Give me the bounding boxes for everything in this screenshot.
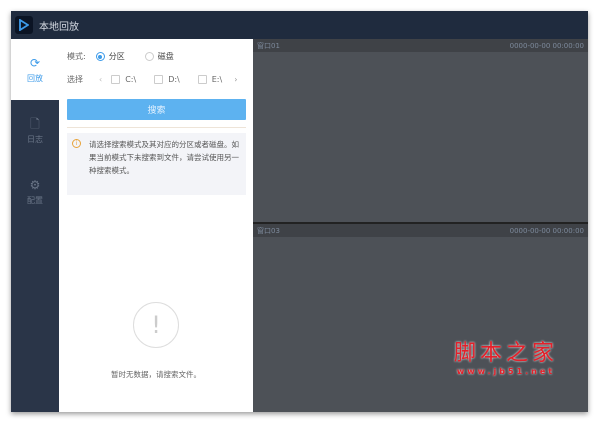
title-bar: 本地回放 [11,11,588,39]
video-pane[interactable]: 窗口03 0000-00-00 00:00:00 [253,224,588,412]
sidebar-item-log[interactable]: 🗋 日志 [11,100,59,161]
mode-row: 模式: 分区 磁盘 [67,51,174,62]
pane-name: 窗口03 [257,226,280,235]
mode-label: 模式: [67,52,86,61]
sidebar-item-label: 回放 [27,73,43,83]
gear-icon: ⚙ [29,177,41,192]
watermark-text: 脚本之家 [453,341,558,366]
watermark-url: www.jb51.net [456,367,556,376]
sidebar: ⟳ 回放 🗋 日志 ⚙ 配置 [11,39,59,412]
window-title: 本地回放 [39,21,79,33]
drive-label: D:\ [168,75,180,84]
drive-checkbox-e[interactable] [197,75,207,84]
divider [67,127,246,128]
tip-text: 请选择搜索模式及其对应的分区或者磁盘。如果当前模式下未搜索到文件，请尝试使用另一… [89,140,239,175]
pane-time: 0000-00-00 00:00:00 [509,41,584,50]
chevron-right-icon[interactable]: › [234,75,237,84]
drive-checkbox-d[interactable] [154,75,164,84]
mode-radio-partition[interactable] [95,52,105,61]
pane-header: 窗口01 0000-00-00 00:00:00 [253,39,588,52]
drive-label: E:\ [211,75,223,84]
drive-checkbox-c[interactable] [111,75,121,84]
empty-state-text: 暂时无数据，请搜索文件。 [111,370,201,379]
sidebar-item-label: 配置 [27,195,43,205]
pane-name: 窗口01 [257,41,280,50]
video-area: 窗口01 0000-00-00 00:00:00 窗口03 0000-00-00… [253,39,588,412]
info-icon: i [72,139,81,148]
empty-state-icon: ! [133,302,179,348]
app-logo-icon [15,16,33,34]
mode-option-label: 分区 [108,52,125,61]
select-label: 选择 [67,75,83,84]
video-pane[interactable]: 窗口01 0000-00-00 00:00:00 [253,39,588,222]
info-tip: i 请选择搜索模式及其对应的分区或者磁盘。如果当前模式下未搜索到文件，请尝试使用… [67,133,246,195]
search-button[interactable]: 搜索 [67,99,246,120]
sidebar-item-config[interactable]: ⚙ 配置 [11,161,59,222]
drive-row: 选择 ‹ C:\ D:\ E:\ › [67,74,237,85]
sidebar-item-playback[interactable]: ⟳ 回放 [11,39,59,100]
pane-header: 窗口03 0000-00-00 00:00:00 [253,224,588,237]
watermark: 脚本之家 www.jb51.net [454,335,558,376]
mode-radio-disk[interactable] [144,52,154,61]
search-panel: 模式: 分区 磁盘 选择 ‹ C:\ D:\ E:\ › 搜索 i 请选择搜索模… [59,39,253,412]
mode-option-label: 磁盘 [157,52,174,61]
refresh-icon: ⟳ [29,55,41,70]
drive-label: C:\ [125,75,137,84]
pane-time: 0000-00-00 00:00:00 [509,226,584,235]
app-window: 本地回放 ⟳ 回放 🗋 日志 ⚙ 配置 模式: 分区 磁盘 选择 ‹ C:\ D… [11,11,588,412]
file-icon: 🗋 [30,116,40,131]
chevron-left-icon[interactable]: ‹ [99,75,102,84]
sidebar-item-label: 日志 [27,134,43,144]
